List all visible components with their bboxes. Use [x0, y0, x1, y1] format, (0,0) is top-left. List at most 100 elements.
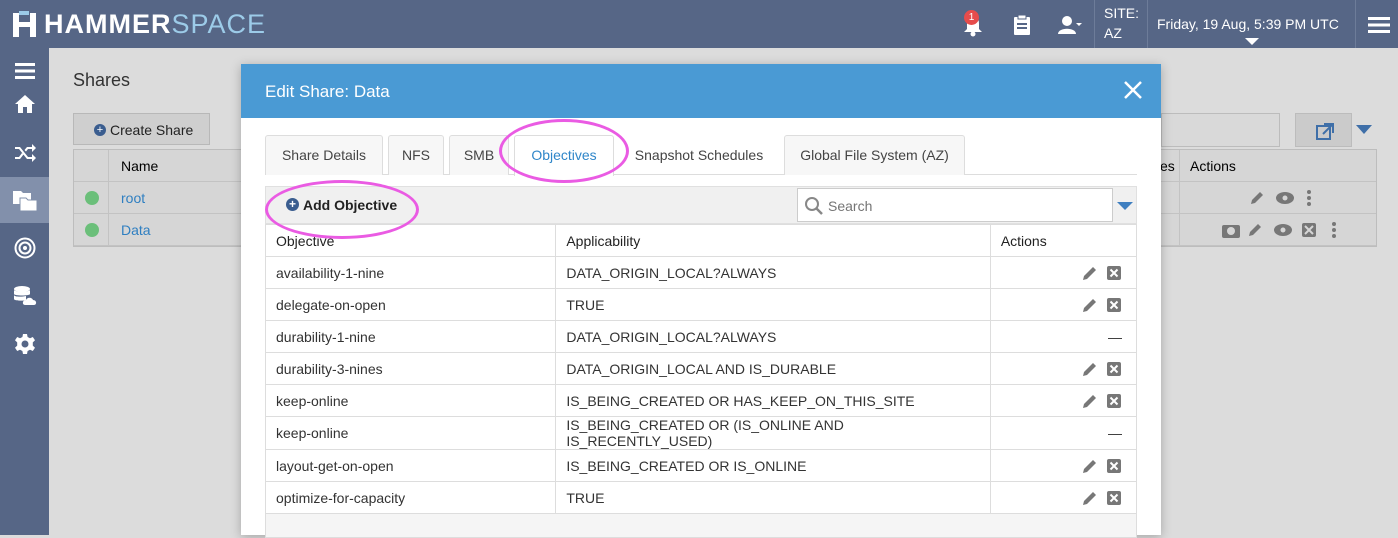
clipboard-icon[interactable]: [1009, 12, 1035, 38]
modal-tabs: Share Details NFS SMB Objectives Snapsho…: [265, 135, 1137, 176]
objectives-toolbar: + Add Objective: [265, 186, 1137, 224]
table-row[interactable]: keep-online IS_BEING_CREATED OR HAS_KEEP_…: [264, 384, 1138, 417]
objective-name: optimize-for-capacity: [264, 481, 557, 514]
tab-snapshot-schedules[interactable]: Snapshot Schedules: [619, 135, 779, 175]
edit-icon[interactable]: [1082, 265, 1098, 281]
column-header-partial: es: [1160, 158, 1175, 174]
objective-applicability: DATA_ORIGIN_LOCAL?ALWAYS: [555, 256, 991, 289]
tab-smb[interactable]: SMB: [449, 135, 509, 175]
edit-icon[interactable]: [1082, 490, 1098, 506]
shares-search-input[interactable]: [1161, 113, 1280, 147]
hamburger-menu-icon[interactable]: [1366, 12, 1392, 38]
sidebar-item-settings[interactable]: [0, 321, 49, 367]
row-action-icons[interactable]: [1221, 221, 1351, 239]
user-menu-icon[interactable]: [1056, 12, 1082, 38]
delete-icon[interactable]: [1106, 458, 1122, 474]
logo-hammer: HAMMER: [44, 9, 172, 39]
table-row[interactable]: delegate-on-open TRUE: [264, 288, 1138, 321]
row-actions: —: [989, 416, 1138, 450]
status-ok-icon: [85, 191, 99, 205]
cloud-storage-icon: [13, 286, 36, 305]
shares-icon: [12, 191, 37, 212]
tab-nfs[interactable]: NFS: [388, 135, 444, 175]
export-icon: [1316, 123, 1334, 140]
add-objective-button[interactable]: + Add Objective: [266, 187, 412, 223]
delete-icon[interactable]: [1106, 490, 1122, 506]
objective-applicability: IS_BEING_CREATED OR (IS_ONLINE AND IS_RE…: [555, 416, 991, 450]
logo-text: HAMMERSPACE: [44, 9, 266, 39]
delete-icon[interactable]: [1106, 393, 1122, 409]
table-footer: [265, 513, 1137, 538]
objective-name: delegate-on-open: [264, 288, 557, 321]
sidebar-item-home[interactable]: [0, 81, 49, 127]
top-bar: HAMMERSPACE 1 SITE: AZ Friday, 19 Aug, 5…: [0, 0, 1398, 48]
table-row[interactable]: optimize-for-capacity TRUE: [264, 481, 1138, 514]
objective-applicability: IS_BEING_CREATED OR HAS_KEEP_ON_THIS_SIT…: [555, 384, 991, 417]
no-action-dash: —: [1108, 425, 1122, 441]
delete-icon[interactable]: [1106, 265, 1122, 281]
delete-icon[interactable]: [1106, 297, 1122, 313]
search-icon: [805, 197, 823, 215]
sidebar-item-data-movement[interactable]: [0, 129, 49, 175]
sidebar-item-storage[interactable]: [0, 273, 49, 319]
gear-icon: [14, 334, 35, 354]
close-icon[interactable]: [1121, 78, 1145, 102]
sidebar: [0, 48, 49, 535]
column-header-objective[interactable]: Objective: [264, 224, 557, 257]
column-header-applicability[interactable]: Applicability: [555, 224, 991, 257]
objective-name: layout-get-on-open: [264, 449, 557, 482]
table-row[interactable]: durability-3-nines DATA_ORIGIN_LOCAL AND …: [264, 352, 1138, 385]
datetime-display[interactable]: Friday, 19 Aug, 5:39 PM UTC: [1157, 16, 1339, 32]
table-row[interactable]: durability-1-nine DATA_ORIGIN_LOCAL?ALWAY…: [264, 320, 1138, 353]
edit-icon[interactable]: [1082, 393, 1098, 409]
logo-space: SPACE: [171, 9, 267, 39]
share-link[interactable]: root: [121, 190, 145, 206]
export-button[interactable]: [1295, 113, 1352, 147]
site-label: SITE:: [1104, 5, 1140, 21]
target-icon: [14, 237, 35, 259]
edit-icon[interactable]: [1082, 297, 1098, 313]
create-share-button[interactable]: + Create Share: [73, 113, 210, 145]
site-value: AZ: [1104, 25, 1122, 41]
edit-icon[interactable]: [1082, 458, 1098, 474]
edit-icon[interactable]: [1082, 361, 1098, 377]
plus-circle-icon: +: [94, 124, 106, 136]
column-header-name: Name: [121, 158, 159, 174]
objective-name: durability-3-nines: [264, 352, 557, 385]
create-share-label: Create Share: [110, 122, 194, 138]
logo-icon: [13, 11, 36, 37]
delete-icon[interactable]: [1106, 361, 1122, 377]
objective-applicability: DATA_ORIGIN_LOCAL?ALWAYS: [555, 320, 991, 353]
column-header-actions: Actions: [989, 224, 1138, 257]
tab-global-file-system[interactable]: Global File System (AZ): [784, 135, 965, 175]
objective-applicability: TRUE: [555, 481, 991, 514]
row-actions: [989, 288, 1138, 321]
row-actions: [989, 352, 1138, 385]
status-ok-icon: [85, 223, 99, 237]
table-row[interactable]: keep-online IS_BEING_CREATED OR (IS_ONLIN…: [264, 416, 1138, 450]
datetime-dropdown-caret[interactable]: [1245, 38, 1259, 45]
search-input[interactable]: [828, 196, 1098, 216]
table-row[interactable]: availability-1-nine DATA_ORIGIN_LOCAL?ALW…: [264, 256, 1138, 289]
share-link[interactable]: Data: [121, 222, 151, 238]
table-row[interactable]: layout-get-on-open IS_BEING_CREATED OR IS…: [264, 449, 1138, 482]
row-actions: [989, 256, 1138, 289]
objective-name: keep-online: [264, 384, 557, 417]
tab-share-details[interactable]: Share Details: [265, 135, 383, 175]
home-icon: [14, 95, 35, 113]
hammerspace-logo[interactable]: HAMMERSPACE: [10, 6, 266, 42]
modal-header: Edit Share: Data: [241, 64, 1161, 118]
search-filter-caret[interactable]: [1117, 202, 1133, 210]
objective-applicability: DATA_ORIGIN_LOCAL AND IS_DURABLE: [555, 352, 991, 385]
row-action-icons[interactable]: [1249, 189, 1325, 207]
menu-icon: [14, 63, 35, 79]
row-actions: [989, 481, 1138, 514]
table-footer-cell: [265, 513, 1137, 538]
shares-filter-caret[interactable]: [1356, 125, 1372, 134]
sidebar-item-shares[interactable]: [0, 177, 49, 223]
page-title: Shares: [73, 70, 131, 90]
objective-applicability: TRUE: [555, 288, 991, 321]
objectives-search[interactable]: [797, 188, 1113, 222]
sidebar-item-objectives[interactable]: [0, 225, 49, 271]
tab-objectives[interactable]: Objectives: [514, 135, 614, 176]
